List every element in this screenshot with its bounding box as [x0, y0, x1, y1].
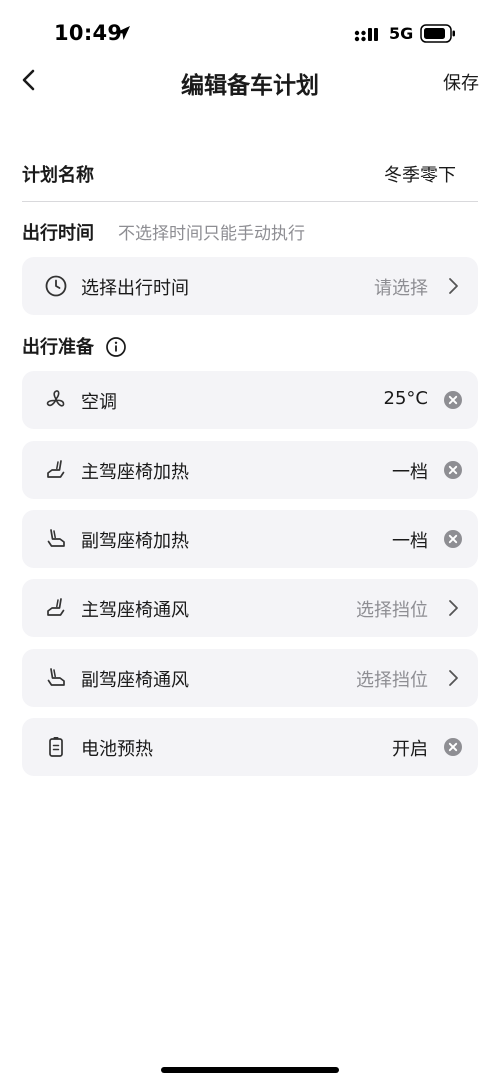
location-arrow-icon [116, 26, 130, 40]
page-title: 编辑备车计划 [181, 73, 319, 99]
network-type: 5G [389, 24, 414, 43]
status-time: 10:49 [54, 21, 123, 45]
prep-item-label: 副驾座椅加热 [81, 531, 189, 552]
prep-item-air-conditioning[interactable]: 空调 25°C [22, 371, 478, 429]
prep-item-value: 开启 [392, 739, 428, 760]
prep-item-value: 一档 [392, 531, 428, 552]
prep-item-driver-seat-ventilation[interactable]: 主驾座椅通风 选择挡位 [22, 579, 478, 637]
clock-icon [45, 275, 67, 297]
departure-section-title: 出行时间 [22, 223, 94, 244]
prep-item-value: 25°C [383, 388, 428, 409]
select-departure-time-row[interactable]: 选择出行时间 请选择 [22, 257, 478, 315]
chevron-right-icon [449, 600, 458, 616]
prep-item-passenger-seat-ventilation[interactable]: 副驾座椅通风 选择挡位 [22, 649, 478, 707]
info-icon[interactable] [105, 336, 127, 358]
battery-heat-icon [49, 737, 63, 757]
nav-bar: 编辑备车计划 保存 [0, 56, 500, 104]
chevron-right-icon [449, 670, 458, 686]
driver-seat-icon [47, 598, 65, 616]
remove-circle-icon[interactable] [443, 737, 463, 757]
prep-section-header: 出行准备 [22, 333, 127, 363]
prep-item-value: 选择挡位 [356, 670, 428, 691]
remove-circle-icon[interactable] [443, 529, 463, 549]
plan-name-row[interactable]: 计划名称 冬季零下 [22, 148, 478, 202]
prep-item-label: 主驾座椅通风 [81, 600, 189, 621]
plan-name-value[interactable]: 冬季零下 [384, 161, 456, 187]
prep-item-driver-seat-heating[interactable]: 主驾座椅加热 一档 [22, 441, 478, 499]
home-indicator[interactable] [161, 1067, 339, 1073]
prep-item-label: 主驾座椅加热 [81, 462, 189, 483]
cellular-signal-icon [354, 28, 378, 42]
remove-circle-icon[interactable] [443, 390, 463, 410]
battery-icon [420, 24, 455, 43]
passenger-seat-icon [47, 668, 65, 686]
prep-item-label: 副驾座椅通风 [81, 670, 189, 691]
remove-circle-icon[interactable] [443, 460, 463, 480]
chevron-right-icon [449, 278, 458, 294]
prep-section-title: 出行准备 [22, 337, 94, 358]
prep-item-value: 一档 [392, 462, 428, 483]
driver-seat-icon [47, 460, 65, 478]
fan-icon [46, 390, 65, 407]
passenger-seat-icon [47, 529, 65, 547]
save-button[interactable]: 保存 [443, 69, 479, 95]
departure-time-value: 请选择 [374, 278, 428, 299]
prep-item-label: 空调 [81, 392, 117, 413]
prep-item-value: 选择挡位 [356, 600, 428, 621]
prep-item-battery-preheat[interactable]: 电池预热 开启 [22, 718, 478, 776]
departure-section-header: 出行时间 不选择时间只能手动执行 [22, 219, 305, 249]
plan-name-label: 计划名称 [22, 165, 94, 186]
departure-time-label: 选择出行时间 [81, 278, 189, 299]
prep-item-label: 电池预热 [81, 739, 153, 760]
departure-section-hint: 不选择时间只能手动执行 [118, 224, 305, 244]
prep-item-passenger-seat-heating[interactable]: 副驾座椅加热 一档 [22, 510, 478, 568]
